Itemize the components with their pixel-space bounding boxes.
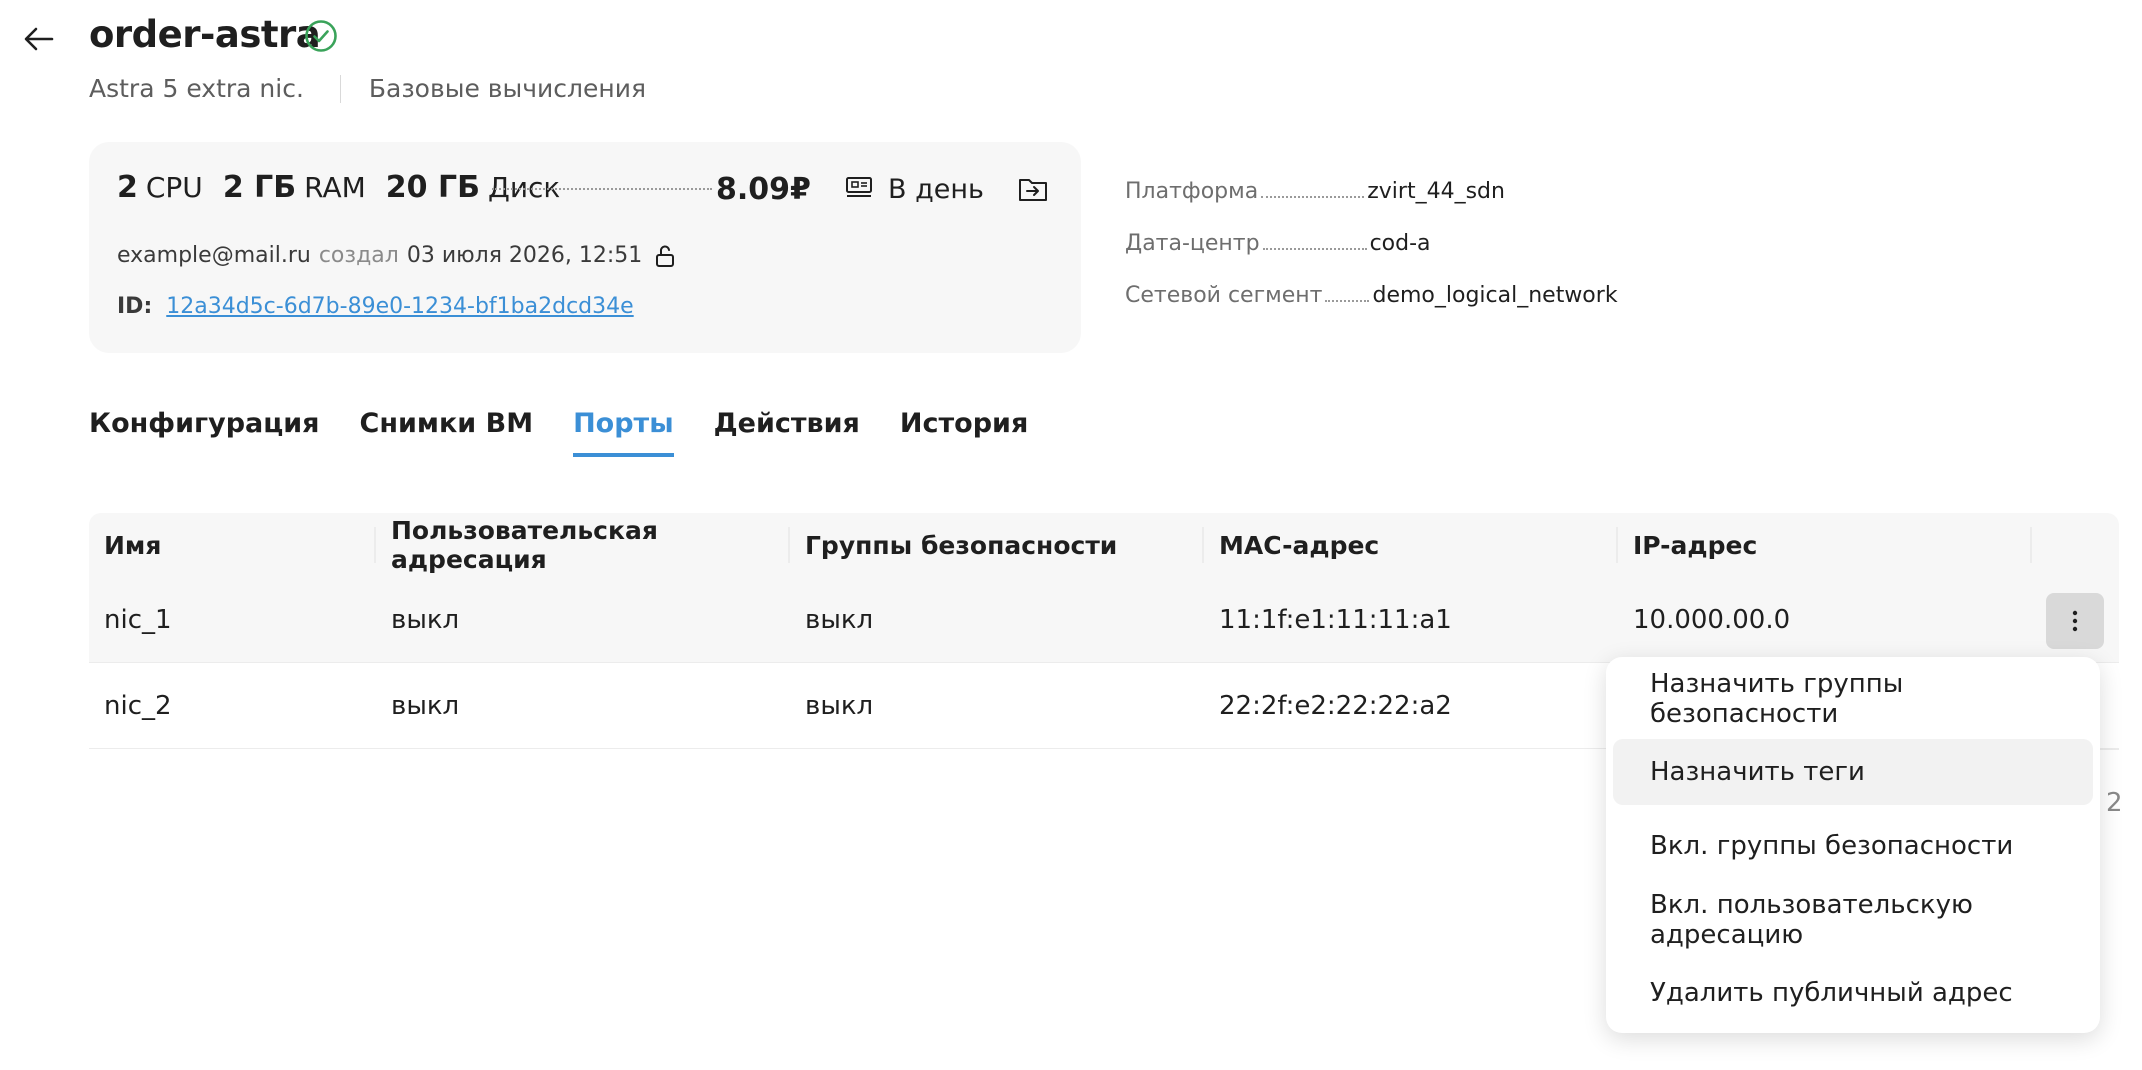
column-header-security-groups[interactable]: Группы безопасности xyxy=(790,527,1204,563)
tab-configuration[interactable]: Конфигурация xyxy=(89,408,320,457)
created-label: создал xyxy=(318,243,399,268)
tab-actions[interactable]: Действия xyxy=(714,408,860,457)
disk-value: 20 ГБ xyxy=(385,170,480,205)
port-name: nic_1 xyxy=(104,604,172,635)
column-header-custom-addressing[interactable]: Пользовательская адресация xyxy=(376,516,790,574)
security-groups-value: выкл xyxy=(805,690,874,721)
price-leader xyxy=(492,188,712,190)
table-row[interactable]: nic_1 выкл выкл 11:1f:e1:11:11:a1 10.000… xyxy=(89,577,2119,663)
property-key: Платформа xyxy=(1125,179,1259,204)
ip-address: 10.000.00.0 xyxy=(1633,604,1791,635)
creator-line: example@mail.ru создал 03 июля 2026, 12:… xyxy=(117,243,676,268)
column-header-mac[interactable]: MAC-адрес xyxy=(1204,527,1618,563)
tab-snapshots[interactable]: Снимки ВМ xyxy=(360,408,534,457)
menu-item-assign-tags[interactable]: Назначить теги xyxy=(1613,739,2093,805)
menu-item-delete-public-address[interactable]: Удалить публичный адрес xyxy=(1613,960,2093,1026)
property-value: demo_logical_network xyxy=(1372,283,1618,308)
arrow-left-icon xyxy=(24,27,54,51)
id-label: ID: xyxy=(117,294,153,319)
property-platform: Платформа zvirt_44_sdn xyxy=(1125,152,1618,204)
page-subtitle: Astra 5 extra nic. Базовые вычисления xyxy=(89,74,646,103)
vm-description: Astra 5 extra nic. xyxy=(89,74,304,103)
row-actions-button[interactable] xyxy=(2046,593,2104,649)
property-datacenter: Дата-центр cod-a xyxy=(1125,204,1618,256)
cpu-value: 2 xyxy=(117,170,138,205)
row-context-menu: Назначить группы безопасности Назначить … xyxy=(1606,657,2100,1033)
menu-item-enable-security-groups[interactable]: Вкл. группы безопасности xyxy=(1613,813,2093,879)
unlock-icon[interactable] xyxy=(654,244,676,268)
property-key: Сетевой сегмент xyxy=(1125,283,1323,308)
menu-item-assign-security-groups[interactable]: Назначить группы безопасности xyxy=(1613,666,2093,732)
port-name: nic_2 xyxy=(104,690,172,721)
ram-value: 2 ГБ xyxy=(222,170,297,205)
mac-address: 22:2f:e2:22:22:a2 xyxy=(1219,690,1452,721)
property-leader xyxy=(1325,300,1370,302)
price: 8.09₽ xyxy=(716,172,811,207)
vm-id-link[interactable]: 12a34d5c-6d7b-89e0-1234-bf1ba2dcd34e xyxy=(166,294,633,319)
property-key: Дата-центр xyxy=(1125,231,1260,256)
billing-period: В день xyxy=(888,174,984,205)
column-header-ip[interactable]: IP-адрес xyxy=(1618,527,2032,563)
tab-history[interactable]: История xyxy=(900,408,1028,457)
created-date: 03 июля 2026, 12:51 xyxy=(406,243,643,268)
more-vertical-icon xyxy=(2072,610,2078,632)
property-value: cod-a xyxy=(1369,231,1431,256)
property-leader xyxy=(1262,248,1367,250)
pagination-peek[interactable]: 2 xyxy=(2106,788,2123,818)
cpu-unit: CPU xyxy=(145,171,203,204)
subtitle-divider xyxy=(339,74,341,103)
properties-list: Платформа zvirt_44_sdn Дата-центр cod-a … xyxy=(1125,152,1618,308)
table-header: Имя Пользовательская адресация Группы бе… xyxy=(89,513,2119,577)
page-title: order-astra xyxy=(89,13,321,56)
property-leader xyxy=(1261,196,1365,198)
property-network-segment: Сетевой сегмент demo_logical_network xyxy=(1125,256,1618,308)
export-folder-icon[interactable] xyxy=(1017,174,1049,204)
service-type: Базовые вычисления xyxy=(368,74,646,103)
column-header-actions xyxy=(2032,527,2119,563)
creator-email: example@mail.ru xyxy=(117,243,311,268)
billing-icon xyxy=(845,176,873,200)
column-header-name[interactable]: Имя xyxy=(89,527,376,563)
mac-address: 11:1f:e1:11:11:a1 xyxy=(1219,604,1452,635)
security-groups-value: выкл xyxy=(805,604,874,635)
property-value: zvirt_44_sdn xyxy=(1367,179,1505,204)
tab-bar: Конфигурация Снимки ВМ Порты Действия Ис… xyxy=(89,408,1068,457)
menu-item-enable-custom-addressing[interactable]: Вкл. пользовательскую адресацию xyxy=(1613,887,2093,953)
custom-addressing-value: выкл xyxy=(391,604,460,635)
check-circle-icon xyxy=(304,19,338,53)
id-line: ID: 12a34d5c-6d7b-89e0-1234-bf1ba2dcd34e xyxy=(117,294,634,319)
back-button[interactable] xyxy=(20,20,58,58)
tab-ports[interactable]: Порты xyxy=(573,408,674,457)
ram-unit: RAM xyxy=(304,171,366,204)
custom-addressing-value: выкл xyxy=(391,690,460,721)
